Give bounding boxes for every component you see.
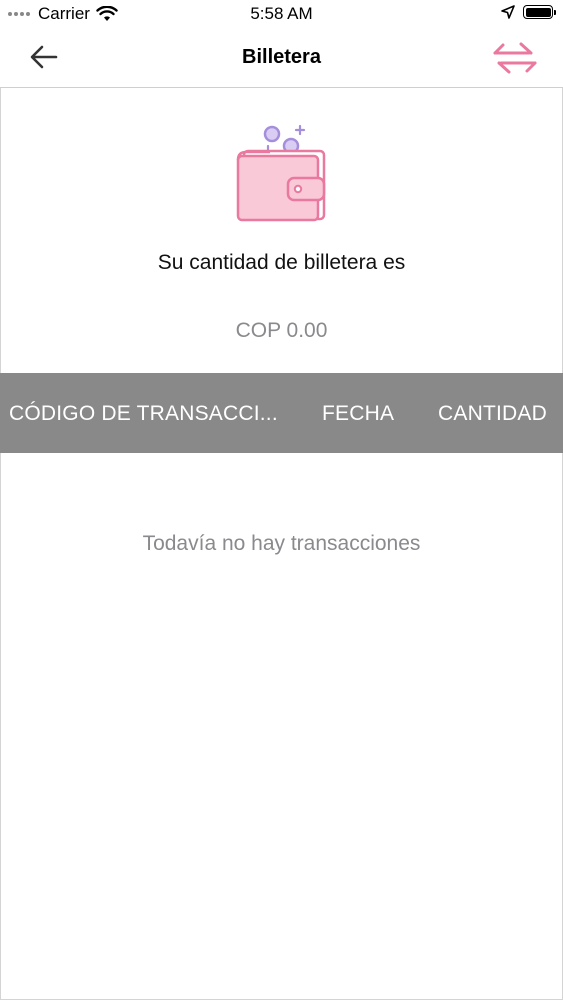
wallet-amount: COP 0.00 (235, 319, 328, 342)
wallet-label: Su cantidad de billetera es (157, 251, 406, 274)
swap-button[interactable] (491, 38, 539, 78)
wallet-coins-icon (232, 122, 332, 226)
page-title: Billetera (242, 46, 321, 68)
status-time: 5:58 AM (250, 4, 313, 23)
column-header-transaction-code: CÓDIGO DE TRANSACCI... (9, 402, 278, 425)
status-bar: Carrier 5:58 AM (0, 0, 563, 28)
location-arrow-icon (501, 5, 515, 19)
status-right (501, 5, 556, 19)
navigation-bar: Billetera (0, 28, 563, 88)
battery-icon (523, 5, 556, 19)
swap-arrows-icon (493, 42, 537, 74)
transactions-table-header: CÓDIGO DE TRANSACCI... FECHA CANTIDAD (0, 373, 563, 453)
empty-transactions-message: Todavía no hay transacciones (142, 532, 421, 555)
column-header-amount: CANTIDAD (438, 402, 547, 425)
column-header-date: FECHA (322, 402, 395, 425)
